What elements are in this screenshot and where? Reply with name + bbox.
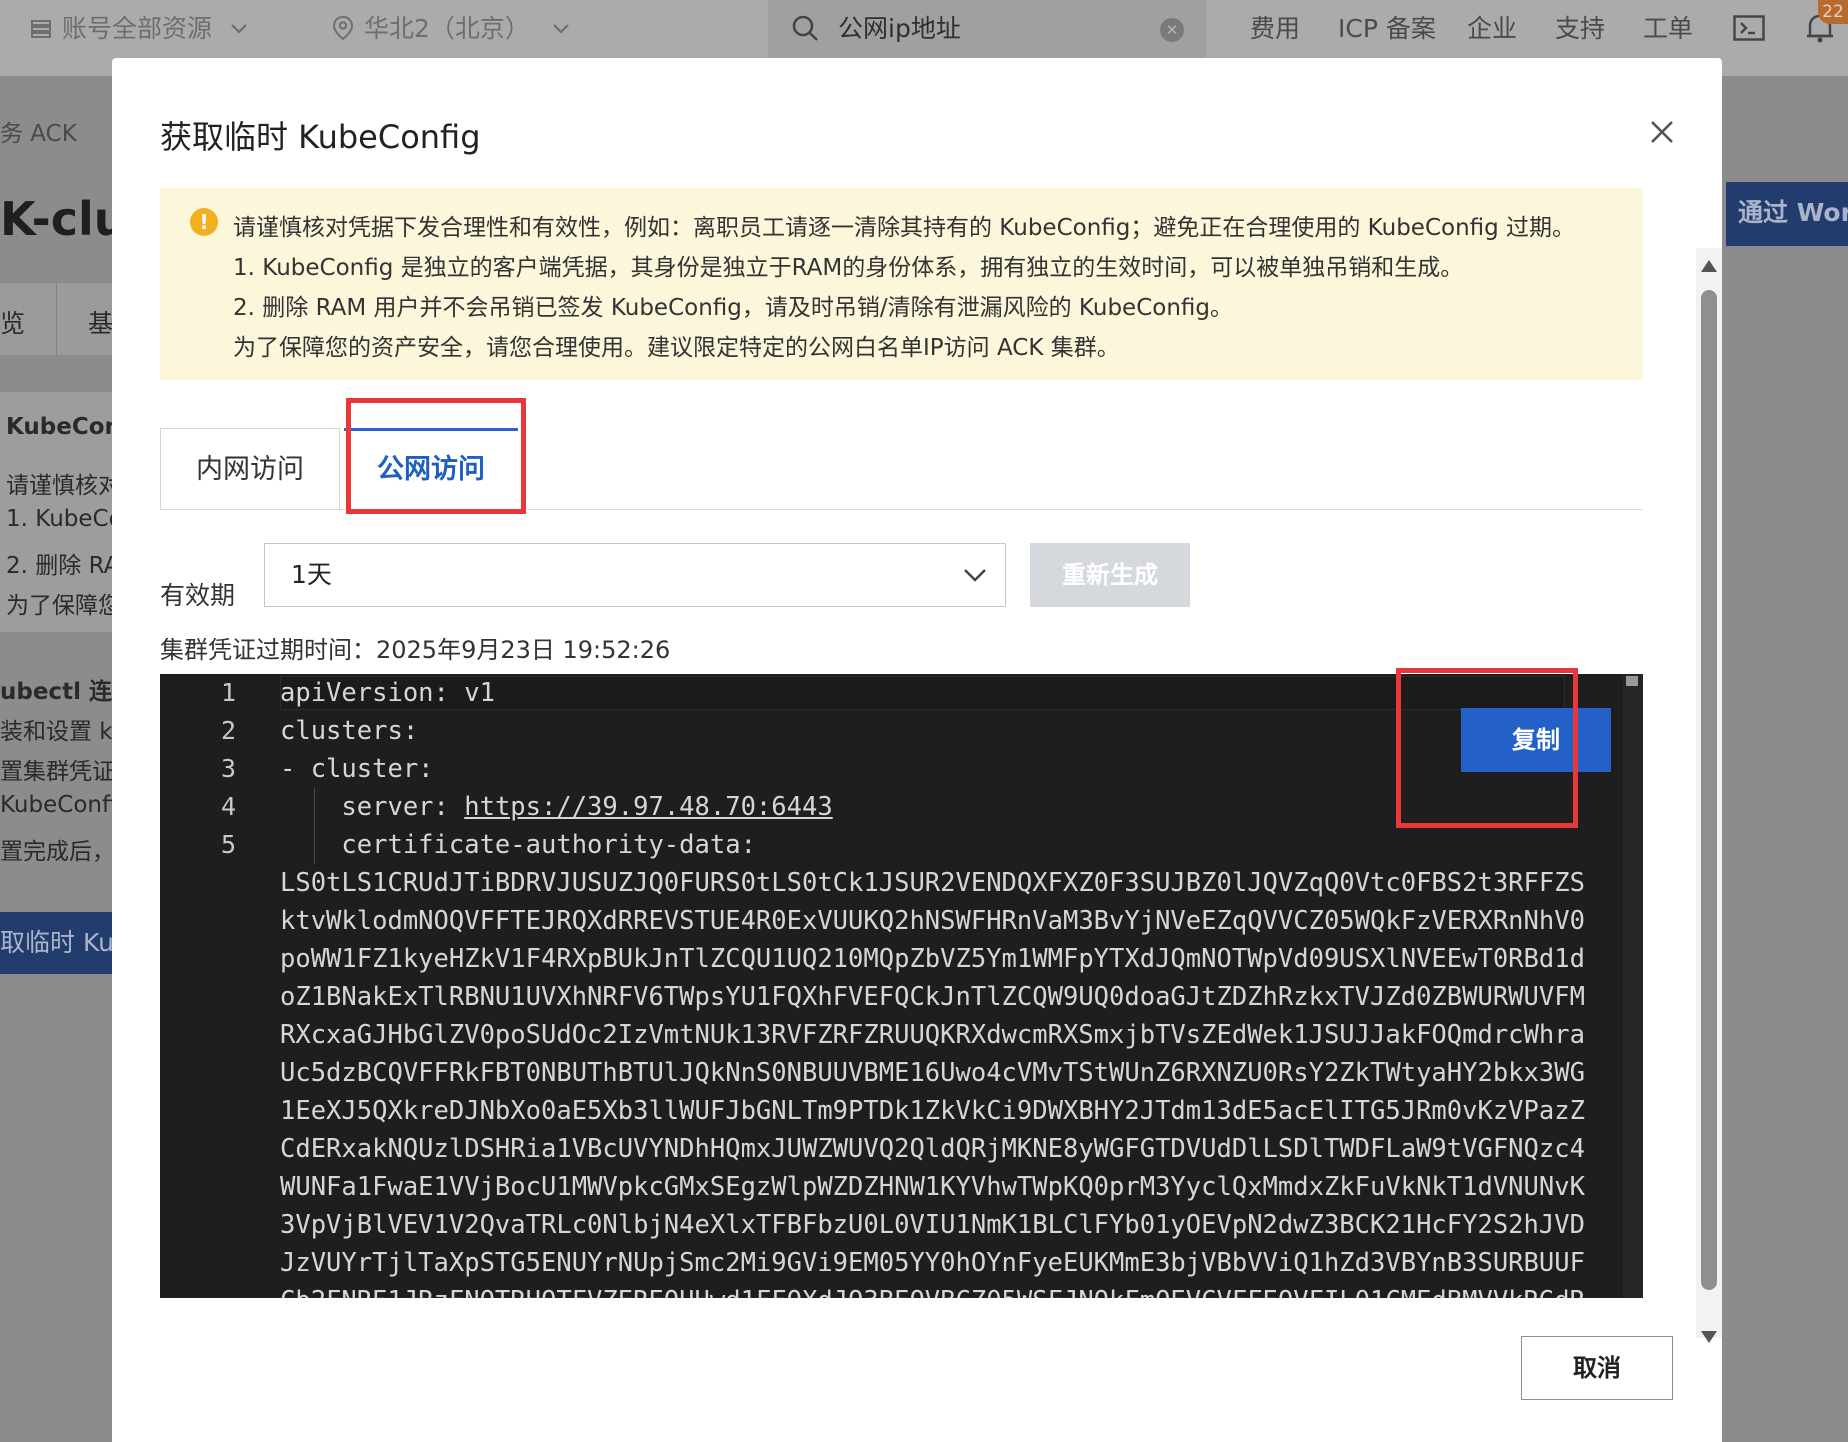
search-input[interactable]: 公网ip地址 [838,0,961,58]
cert-data-line: LS0tLS1CRUdJTiBDRVJUSUZJQ0FURS0tLS0tCk1J… [280,868,1585,898]
region-selector[interactable]: 华北2（北京） [332,0,570,58]
background-notice-line: 1. KubeCo [6,506,123,532]
cert-data-line: oZ1BNakExTlRBNU1UVXhNRFV6TWpsYU1FQXhFVEF… [280,982,1585,1012]
copy-button[interactable]: 复制 [1461,708,1611,772]
credential-expiry-text: 集群凭证过期时间：2025年9月23日 19:52:26 [160,636,671,664]
line-number: 1 [220,678,236,707]
chevron-down-icon [231,24,247,34]
cert-data-line: JzVUYrTjlTaXpSTG5ENUYrNUpjSmc2Mi9GVi9EM0… [280,1248,1585,1278]
cert-data-line: 3VpVjBlVEV1V2QvaTRLc0NlbjN4eXlxTFBFbzU0L… [280,1210,1585,1240]
background-notice-line: 为了保障您 [6,593,121,619]
line-number: 2 [220,716,236,745]
editor-scrollbar[interactable] [1623,674,1643,1298]
modal-scrollbar[interactable] [1696,248,1722,1343]
code-line: server: https://39.97.48.70:6443 [280,788,832,826]
background-page-title: K-clu [0,192,127,246]
warning-line: 为了保障您的资产安全，请您合理使用。建议限定特定的公网白名单IP访问 ACK 集… [233,335,1120,361]
region-label: 华北2（北京） [364,14,530,43]
nav-ticket[interactable]: 工单 [1643,0,1693,58]
nav-support[interactable]: 支持 [1555,0,1605,58]
nav-enterprise[interactable]: 企业 [1467,0,1517,58]
background-workbench-button[interactable]: 通过 Work [1726,182,1848,246]
background-kubectl-line: 置集群凭证: [0,759,123,785]
background-breadcrumb: 务 ACK [0,121,77,147]
nav-billing[interactable]: 费用 [1250,0,1300,58]
line-number-gutter: 1 2 3 4 5 [160,674,260,1298]
scroll-down-arrow-icon[interactable] [1701,1331,1717,1343]
nav-icp-filing[interactable]: ICP 备案 [1338,0,1436,58]
cert-data-line: poWW1FZ1kyeHZkV1F4RXpBUkJnTlZCQU1UQ210MQ… [280,944,1585,974]
cert-data-line: CdERxakNQUzlDSHRia1VBcUVYNDhHQmxJUWZWUVQ… [280,1134,1585,1164]
regenerate-button[interactable]: 重新生成 [1030,543,1190,607]
line-number: 3 [220,754,236,783]
background-tab-overview[interactable]: 览 [0,304,25,340]
notification-count-badge: 22 [1818,0,1848,24]
warning-icon: ! [190,208,218,236]
validity-select[interactable]: 1天 [264,543,1006,607]
code-line: apiVersion: v1 [280,678,495,708]
cert-data-line: WUNFa1FwaE1VVjBocU1MWVpkcGMxSEgzWlpWZDZH… [280,1172,1585,1202]
cancel-button[interactable]: 取消 [1521,1336,1673,1400]
scroll-up-arrow-icon[interactable] [1701,260,1717,272]
location-pin-icon [332,15,354,41]
account-scope-selector[interactable]: 账号全部资源 [30,0,248,58]
background-tab-divider [56,283,57,355]
clear-search-icon[interactable]: ✕ [1160,18,1184,42]
terminal-icon[interactable] [1733,15,1765,41]
background-get-kubeconfig-button[interactable]: 取临时 Kub [0,912,112,974]
warning-line: 请谨慎核对凭据下发合理性和有效性，例如：离职员工请逐一清除其持有的 KubeCo… [233,215,1576,241]
close-icon[interactable] [1644,114,1680,150]
kubeconfig-code-editor[interactable]: 1 2 3 4 5 apiVersion: v1 clusters: - clu… [160,674,1643,1298]
resource-list-icon [31,20,51,38]
cert-data-line: RXcxaGJHbGlZV0poSUdOc2IzVmtNUk13RVFZRFZR… [280,1020,1585,1050]
background-notice-line: 请谨慎核对 [6,473,121,499]
cert-data-line: ktvWklodmNOQVFFTEJRQXdRREVSTUE4R0ExVUUKQ… [280,906,1585,936]
warning-line: 2. 删除 RAM 用户并不会吊销已签发 KubeConfig，请及时吊销/清除… [233,295,1233,321]
cert-data-line: 1EeXJ5QXkreDJNbXo0aE5Xb3llWUFJbGNLTm9PTD… [280,1096,1585,1126]
search-icon [792,15,818,41]
cert-data-line: Cb2FNRE1JRzFNQTRHQTFVZEREQUHwd1FFQXdJQ3B… [280,1282,1585,1298]
code-key: server: [280,792,465,822]
code-line: - cluster: [280,754,434,784]
background-kubectl-line: 装和设置 ku [0,719,127,745]
modal-title: 获取临时 KubeConfig [160,118,481,156]
chevron-down-icon [553,24,569,34]
background-tab-basic[interactable]: 基 [88,304,113,340]
modal-scrollbar-thumb[interactable] [1701,290,1717,1290]
tab-public-access[interactable]: 公网访问 [344,428,518,510]
background-notice-line: 2. 删除 RA [6,553,120,579]
code-line: clusters: [280,716,419,746]
background-kubectl-line: 置完成后， [0,839,115,865]
server-url-link[interactable]: https://39.97.48.70:6443 [464,792,832,822]
kubeconfig-modal: 获取临时 KubeConfig ! 请谨慎核对凭据下发合理性和有效性，例如：离职… [112,58,1722,1442]
global-search-box[interactable]: 公网ip地址 ✕ [768,0,1206,58]
line-number: 5 [220,830,236,859]
validity-value: 1天 [291,560,332,589]
account-scope-label: 账号全部资源 [62,14,213,43]
warning-alert: ! 请谨慎核对凭据下发合理性和有效性，例如：离职员工请逐一清除其持有的 Kube… [160,188,1643,380]
tab-internal-access[interactable]: 内网访问 [160,428,340,510]
cert-data-line: Uc5dzBCQVFFRkFBT0NBUThBTUlJQkNnS0NBUUVBM… [280,1058,1585,1088]
warning-line: 1. KubeConfig 是独立的客户端凭据，其身份是独立于RAM的身份体系，… [233,255,1464,281]
validity-label: 有效期 [160,581,236,610]
line-number: 4 [220,792,236,821]
editor-scrollbar-thumb[interactable] [1626,676,1638,686]
chevron-down-icon [964,569,986,582]
code-line: certificate-authority-data: [280,830,756,860]
tab-divider [160,509,1643,510]
